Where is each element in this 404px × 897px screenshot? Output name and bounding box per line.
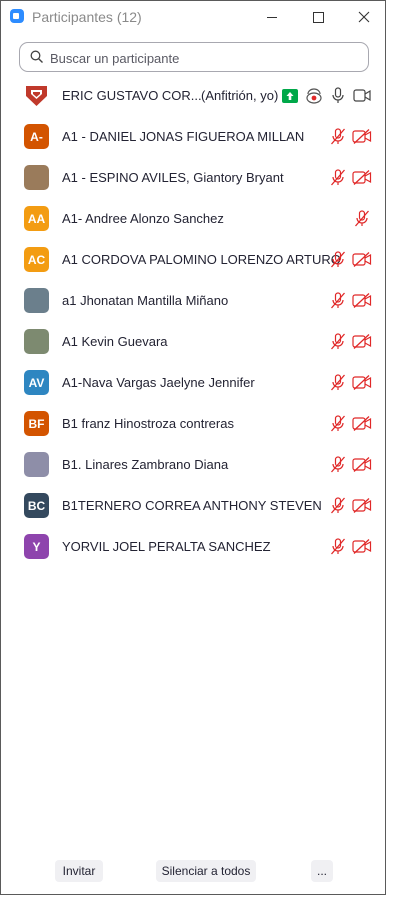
muted-microphone-icon (354, 210, 370, 230)
host-role-label: (Anfitrión, yo) (201, 88, 279, 103)
more-options-button[interactable]: ... (311, 860, 333, 882)
participant-name: YORVIL JOEL PERALTA SANCHEZ (62, 539, 271, 554)
participant-row[interactable]: Y YORVIL JOEL PERALTA SANCHEZ (1, 526, 385, 567)
video-off-icon (352, 416, 372, 434)
zoom-app-icon (10, 9, 24, 23)
participant-avatar: A- (24, 124, 49, 149)
muted-microphone-icon (330, 251, 346, 271)
minimize-icon (267, 16, 277, 18)
participant-row[interactable]: A- A1 - DANIEL JONAS FIGUEROA MILLAN (1, 116, 385, 157)
participant-avatar: AC (24, 247, 49, 272)
host-avatar (24, 83, 49, 108)
mute-all-button[interactable]: Silenciar a todos (156, 860, 256, 882)
minimize-button[interactable] (249, 1, 295, 33)
video-off-icon (352, 334, 372, 352)
window-title: Participantes (12) (32, 9, 142, 25)
muted-microphone-icon (330, 538, 346, 558)
participant-avatar: BC (24, 493, 49, 518)
maximize-button[interactable] (295, 1, 341, 33)
participant-name: A1 Kevin Guevara (62, 334, 168, 349)
close-button[interactable] (341, 1, 387, 33)
participant-row[interactable]: A1 Kevin Guevara (1, 321, 385, 362)
participant-name: B1TERNERO CORREA ANTHONY STEVEN (62, 498, 322, 513)
university-logo-icon (26, 86, 47, 106)
participant-row[interactable]: AV A1-Nava Vargas Jaelyne Jennifer (1, 362, 385, 403)
recording-icon (306, 88, 322, 104)
muted-microphone-icon (330, 292, 346, 312)
participant-name: a1 Jhonatan Mantilla Miñano (62, 293, 229, 308)
video-camera-icon[interactable] (353, 89, 371, 102)
search-icon (30, 50, 43, 63)
participant-row[interactable]: A1 - ESPINO AVILES, Giantory Bryant (1, 157, 385, 198)
title-bar: Participantes (12) (1, 1, 385, 33)
video-off-icon (352, 252, 372, 270)
participant-name: B1 franz Hinostroza contreras (62, 416, 234, 431)
maximize-icon (312, 11, 324, 23)
microphone-icon[interactable] (332, 87, 344, 104)
participant-avatar (24, 452, 49, 477)
participant-avatar (24, 288, 49, 313)
video-off-icon (352, 457, 372, 475)
participant-row[interactable]: AA A1- Andree Alonzo Sanchez (1, 198, 385, 239)
video-off-icon (352, 498, 372, 516)
participant-name: B1. Linares Zambrano Diana (62, 457, 229, 472)
host-name: ERIC GUSTAVO COR... (62, 88, 202, 103)
muted-microphone-icon (330, 415, 346, 435)
video-off-icon (352, 129, 372, 147)
share-screen-icon (282, 89, 298, 103)
host-row[interactable]: ERIC GUSTAVO COR... (Anfitrión, yo) (1, 75, 385, 116)
close-icon (358, 11, 370, 23)
muted-microphone-icon (330, 333, 346, 353)
participant-avatar: AA (24, 206, 49, 231)
muted-microphone-icon (330, 128, 346, 148)
participant-name: A1 - ESPINO AVILES, Giantory Bryant (62, 170, 284, 185)
participant-avatar: BF (24, 411, 49, 436)
muted-microphone-icon (330, 497, 346, 517)
muted-microphone-icon (330, 456, 346, 476)
participants-window: Participantes (12) ERIC GUSTAVO COR... (… (0, 0, 386, 895)
participant-name: A1- Andree Alonzo Sanchez (62, 211, 224, 226)
video-off-icon (352, 539, 372, 557)
muted-microphone-icon (330, 169, 346, 189)
video-off-icon (352, 170, 372, 188)
invite-button[interactable]: Invitar (55, 860, 103, 882)
participant-row[interactable]: B1. Linares Zambrano Diana (1, 444, 385, 485)
participant-name: A1 - DANIEL JONAS FIGUEROA MILLAN (62, 129, 305, 144)
participant-row[interactable]: a1 Jhonatan Mantilla Miñano (1, 280, 385, 321)
participant-avatar: Y (24, 534, 49, 559)
participant-avatar (24, 165, 49, 190)
participant-row[interactable]: BC B1TERNERO CORREA ANTHONY STEVEN (1, 485, 385, 526)
participant-name: A1 CORDOVA PALOMINO LORENZO ARTURO (62, 252, 341, 267)
video-off-icon (352, 293, 372, 311)
participant-avatar (24, 329, 49, 354)
video-off-icon (352, 375, 372, 393)
participant-row[interactable]: AC A1 CORDOVA PALOMINO LORENZO ARTURO (1, 239, 385, 280)
muted-microphone-icon (330, 374, 346, 394)
participant-name: A1-Nava Vargas Jaelyne Jennifer (62, 375, 255, 390)
participant-row[interactable]: BF B1 franz Hinostroza contreras (1, 403, 385, 444)
participant-avatar: AV (24, 370, 49, 395)
search-input[interactable] (48, 47, 352, 69)
search-box[interactable] (19, 42, 369, 72)
